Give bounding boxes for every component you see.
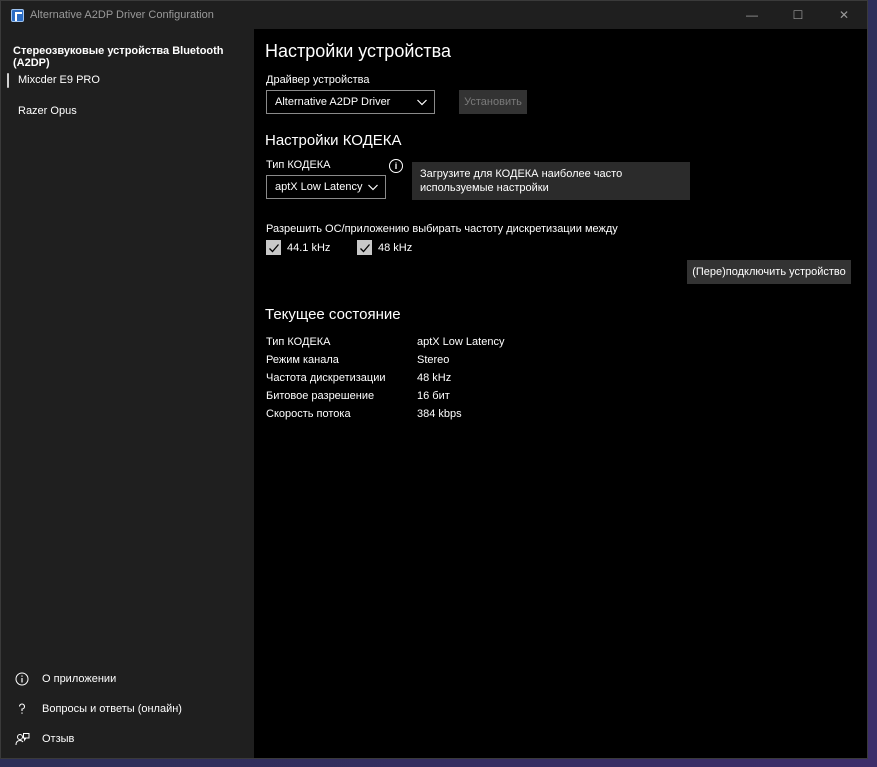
sidebar-item-label: Mixcder E9 PRO <box>18 74 100 86</box>
sidebar: Стереозвуковые устройства Bluetooth (A2D… <box>1 29 254 758</box>
status-row: Скорость потока 384 kbps <box>266 408 566 426</box>
checkmark-icon <box>359 243 370 252</box>
codec-info-icon[interactable]: i <box>389 159 403 173</box>
sample-rate-label: Разрешить ОС/приложению выбирать частоту… <box>266 223 618 235</box>
codec-type-label: Тип КОДЕКА <box>266 159 331 171</box>
app-logo-icon <box>11 8 24 22</box>
chevron-down-icon <box>417 99 427 106</box>
status-row: Битовое разрешение 16 бит <box>266 390 566 408</box>
status-row: Тип КОДЕКА aptX Low Latency <box>266 336 566 354</box>
driver-select[interactable]: Alternative A2DP Driver <box>266 90 435 114</box>
sidebar-item-feedback[interactable]: Отзыв <box>1 725 254 753</box>
sidebar-item-label: Razer Opus <box>18 105 77 117</box>
status-key: Битовое разрешение <box>266 390 375 402</box>
codec-tooltip: Загрузите для КОДЕКА наиболее часто испо… <box>412 162 690 200</box>
info-icon <box>14 671 30 687</box>
driver-select-value: Alternative A2DP Driver <box>275 96 391 108</box>
sidebar-item-faq[interactable]: Вопросы и ответы (онлайн) <box>1 695 254 723</box>
question-icon <box>14 701 30 717</box>
window-title: Alternative A2DP Driver Configuration <box>30 9 214 21</box>
checkbox-label: 44.1 kHz <box>287 241 331 254</box>
install-button[interactable]: Установить <box>459 90 527 114</box>
sidebar-item-razer-opus[interactable]: Razer Opus <box>1 97 254 125</box>
codec-section-title: Настройки КОДЕКА <box>265 132 402 149</box>
main-content: Настройки устройства Драйвер устройства … <box>254 29 867 758</box>
status-key: Скорость потока <box>266 408 351 420</box>
minimize-button[interactable]: — <box>729 1 775 29</box>
app-window: Alternative A2DP Driver Configuration — … <box>0 0 868 759</box>
sidebar-item-about[interactable]: О приложении <box>1 665 254 693</box>
sidebar-item-label: О приложении <box>42 673 117 685</box>
status-row: Частота дискретизации 48 kHz <box>266 372 566 390</box>
checkbox-48-khz[interactable]: 48 kHz <box>357 240 412 255</box>
checkbox-box[interactable] <box>357 240 372 255</box>
page-title: Настройки устройства <box>265 41 451 61</box>
feedback-icon <box>14 731 30 747</box>
title-bar[interactable]: Alternative A2DP Driver Configuration — … <box>1 1 867 29</box>
checkbox-44-1-khz[interactable]: 44.1 kHz <box>266 240 330 255</box>
status-value: aptX Low Latency <box>417 336 505 348</box>
status-value: 384 kbps <box>417 408 462 420</box>
chevron-down-icon <box>368 184 378 191</box>
sidebar-item-label: Вопросы и ответы (онлайн) <box>42 703 182 715</box>
status-key: Тип КОДЕКА <box>266 336 331 348</box>
codec-select[interactable]: aptX Low Latency <box>266 175 386 199</box>
maximize-button[interactable]: ☐ <box>775 1 821 29</box>
status-row: Режим канала Stereo <box>266 354 566 372</box>
sidebar-item-mixcder-e9-pro[interactable]: Mixcder E9 PRO <box>1 66 254 94</box>
status-section-title: Текущее состояние <box>265 306 401 323</box>
status-value: 16 бит <box>417 390 450 402</box>
status-key: Режим канала <box>266 354 339 366</box>
checkmark-icon <box>268 243 279 252</box>
close-button[interactable]: ✕ <box>821 1 867 29</box>
checkbox-label: 48 kHz <box>378 241 413 254</box>
window-controls: — ☐ ✕ <box>729 1 867 29</box>
status-value: Stereo <box>417 354 450 366</box>
checkbox-box[interactable] <box>266 240 281 255</box>
status-value: 48 kHz <box>417 372 452 384</box>
codec-select-value: aptX Low Latency <box>275 181 363 193</box>
reconnect-button[interactable]: (Пере)подключить устройство <box>687 260 851 284</box>
status-key: Частота дискретизации <box>266 372 386 384</box>
sidebar-item-label: Отзыв <box>42 733 75 745</box>
driver-label: Драйвер устройства <box>266 74 370 86</box>
